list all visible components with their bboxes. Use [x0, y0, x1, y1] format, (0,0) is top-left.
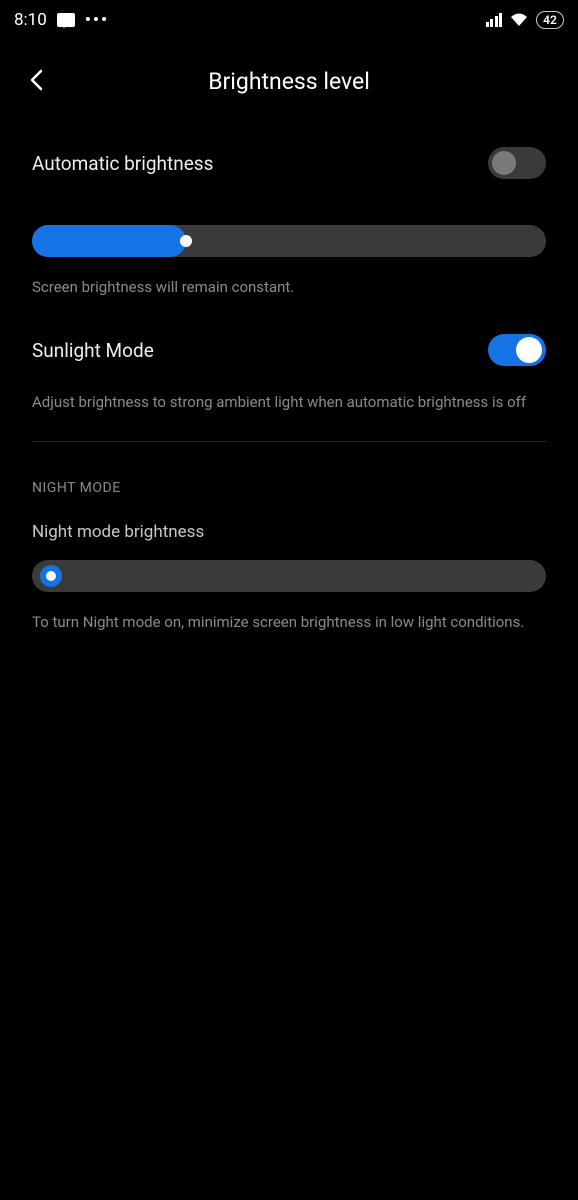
brightness-slider-fill — [32, 225, 186, 257]
sunlight-mode-helper: Adjust brightness to strong ambient ligh… — [32, 392, 546, 413]
brightness-slider[interactable] — [32, 225, 546, 257]
night-mode-brightness-label: Night mode brightness — [32, 522, 546, 542]
automatic-brightness-row: Automatic brightness — [32, 135, 546, 191]
more-icon: ••• — [85, 10, 109, 30]
status-bar: 8:10 ••• 42 — [0, 0, 578, 40]
night-mode-section-header: NIGHT MODE — [32, 480, 546, 496]
night-mode-slider[interactable] — [32, 560, 546, 592]
page-title: Brightness level — [208, 68, 370, 95]
wifi-icon — [510, 13, 528, 27]
sunlight-mode-toggle[interactable] — [488, 334, 546, 366]
clock: 8:10 — [14, 10, 47, 30]
automatic-brightness-toggle[interactable] — [488, 147, 546, 179]
section-divider — [32, 441, 546, 442]
chevron-left-icon — [29, 69, 43, 91]
sunlight-mode-label: Sunlight Mode — [32, 339, 154, 362]
back-button[interactable] — [24, 68, 48, 92]
automatic-brightness-label: Automatic brightness — [32, 152, 213, 175]
night-mode-slider-thumb — [40, 565, 62, 587]
night-mode-helper: To turn Night mode on, minimize screen b… — [32, 612, 546, 633]
header-bar: Brightness level — [0, 40, 578, 135]
signal-icon — [486, 13, 503, 27]
brightness-slider-thumb — [180, 235, 192, 247]
battery-indicator: 42 — [536, 11, 564, 29]
notification-icon — [57, 13, 75, 27]
automatic-brightness-helper: Screen brightness will remain constant. — [32, 277, 546, 298]
sunlight-mode-row: Sunlight Mode — [32, 322, 546, 378]
